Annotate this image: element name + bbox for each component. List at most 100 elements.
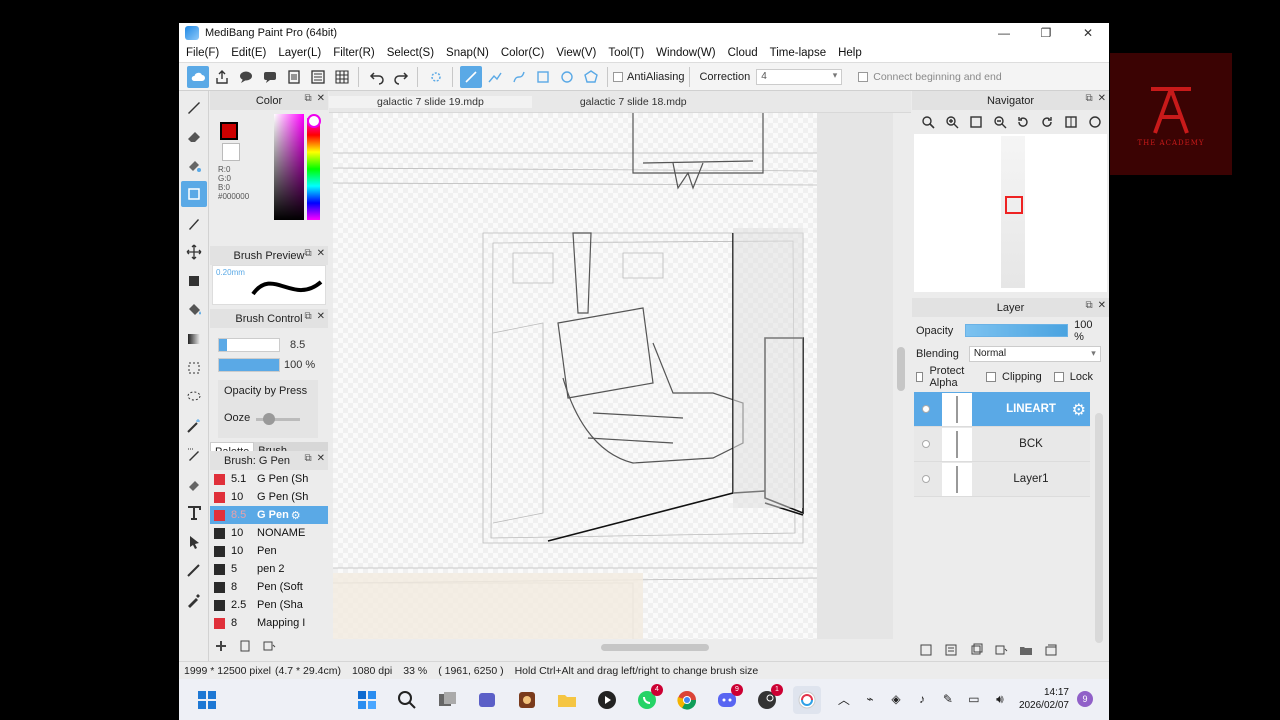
brush-list-item[interactable]: 5.1 G Pen (Sh xyxy=(210,470,328,488)
layer-scrollbar[interactable] xyxy=(1095,413,1103,643)
brush-opacity-slider[interactable] xyxy=(218,358,280,372)
brush-menu-icon[interactable] xyxy=(259,637,279,655)
notification-badge[interactable]: 9 xyxy=(1077,691,1093,707)
brush-list-item[interactable]: 10 G Pen (Sh xyxy=(210,488,328,506)
menu-layer[interactable]: Layer(L) xyxy=(273,47,326,59)
visibility-icon[interactable] xyxy=(922,440,930,448)
discord-icon[interactable]: 9 xyxy=(713,683,743,714)
move-tool-icon[interactable] xyxy=(181,239,207,265)
detach-icon[interactable]: ⧉ xyxy=(1085,300,1092,311)
pen-icon[interactable]: ✎ xyxy=(939,690,957,708)
panel-close-icon[interactable]: ✕ xyxy=(317,311,325,322)
correction-select[interactable]: 4 xyxy=(756,68,843,85)
start-button-icon[interactable] xyxy=(353,686,381,714)
steam-icon[interactable]: 1 xyxy=(753,683,783,714)
panel-close-icon[interactable]: ✕ xyxy=(1098,93,1106,104)
page-icon[interactable] xyxy=(283,66,305,88)
whatsapp-icon[interactable]: 4 xyxy=(633,683,663,714)
foreground-color-swatch[interactable] xyxy=(220,122,238,140)
selection-tool-icon[interactable] xyxy=(181,355,207,381)
text-tool-icon[interactable] xyxy=(181,500,207,526)
minimize-button[interactable]: — xyxy=(983,23,1025,43)
layer-item[interactable]: LINEART ⚙ xyxy=(914,392,1090,427)
ooze-slider-handle[interactable] xyxy=(263,413,275,425)
polyline-icon[interactable] xyxy=(484,66,506,88)
menu-cloud[interactable]: Cloud xyxy=(723,47,763,59)
selection-pen-icon[interactable] xyxy=(181,442,207,468)
drawing-canvas[interactable] xyxy=(333,113,817,639)
gradient-tool-icon[interactable] xyxy=(181,326,207,352)
menu-edit[interactable]: Edit(E) xyxy=(226,47,271,59)
antialiasing-checkbox[interactable] xyxy=(613,71,623,82)
polygon-shape-icon[interactable] xyxy=(580,66,602,88)
new-layer-icon[interactable] xyxy=(916,641,936,659)
adobe-icon[interactable]: ◈ xyxy=(887,690,905,708)
menu-window[interactable]: Window(W) xyxy=(651,47,720,59)
layer-settings-icon[interactable]: ⚙ xyxy=(1072,400,1086,420)
hue-slider[interactable] xyxy=(307,118,320,220)
selection-eraser-icon[interactable] xyxy=(181,471,207,497)
brush-list-item[interactable]: 8 Pen (Soft xyxy=(210,578,328,596)
clock[interactable]: 14:17 2026/02/07 xyxy=(1019,686,1069,712)
clipping-checkbox[interactable] xyxy=(986,371,996,382)
brush-list-item[interactable]: 2.5 Pen (Sha xyxy=(210,596,328,614)
fill-rect-icon[interactable] xyxy=(181,268,207,294)
rotate-right-icon[interactable] xyxy=(1037,112,1057,132)
brush-list-item[interactable]: 8.5 G Pen ⚙ xyxy=(210,506,328,524)
rectangle-select-icon[interactable] xyxy=(181,181,207,207)
maximize-button[interactable]: ❐ xyxy=(1025,23,1067,43)
menu-help[interactable]: Help xyxy=(833,47,867,59)
brush-list-item[interactable]: 10 Pen xyxy=(210,542,328,560)
detach-icon[interactable]: ⧉ xyxy=(304,311,311,322)
menu-view[interactable]: View(V) xyxy=(551,47,601,59)
background-color-swatch[interactable] xyxy=(222,143,240,161)
lasso-tool-icon[interactable] xyxy=(181,384,207,410)
panel-close-icon[interactable]: ✕ xyxy=(317,93,325,104)
file-explorer-icon[interactable] xyxy=(553,686,581,714)
cloud-icon[interactable] xyxy=(187,65,209,88)
medibang-taskbar-icon[interactable] xyxy=(793,685,821,714)
vertical-scrollbar[interactable] xyxy=(895,117,907,639)
snap-off-icon[interactable] xyxy=(425,66,447,88)
line-stroke-icon[interactable] xyxy=(460,65,482,88)
magic-wand-icon[interactable] xyxy=(181,413,207,439)
wifi-off-icon[interactable]: ⌁ xyxy=(861,690,879,708)
protect-alpha-checkbox[interactable] xyxy=(916,371,924,382)
chrome-icon[interactable] xyxy=(673,686,701,714)
search-icon[interactable] xyxy=(393,686,421,714)
dot-eraser-icon[interactable] xyxy=(181,152,207,178)
brush-list-item[interactable]: 5 pen 2 xyxy=(210,560,328,578)
chevron-up-icon[interactable]: ︿ xyxy=(835,690,853,708)
teams-icon[interactable] xyxy=(473,686,501,714)
menu-filter[interactable]: Filter(R) xyxy=(328,47,380,59)
add-brush-icon[interactable] xyxy=(211,637,231,655)
zoom-icon[interactable] xyxy=(918,112,938,132)
tab-document-slide-18[interactable]: galactic 7 slide 18.mdp xyxy=(532,96,735,108)
blending-select[interactable]: Normal xyxy=(968,345,1101,362)
network-icon[interactable]: ▭ xyxy=(965,690,983,708)
navigator-preview[interactable] xyxy=(914,134,1107,292)
task-view-icon[interactable] xyxy=(433,686,461,714)
operation-tool-icon[interactable] xyxy=(181,529,207,555)
undo-icon[interactable] xyxy=(366,66,388,88)
volume-icon[interactable]: 🔊︎ xyxy=(991,690,1009,708)
horizontal-scrollbar[interactable] xyxy=(333,641,905,653)
menu-select[interactable]: Select(S) xyxy=(382,47,439,59)
pen-tool-icon[interactable] xyxy=(181,94,207,120)
layer-menu-icon[interactable] xyxy=(991,641,1011,659)
saturation-value-picker[interactable] xyxy=(274,114,304,220)
brush-size-slider[interactable] xyxy=(218,338,280,352)
panel-close-icon[interactable]: ✕ xyxy=(317,453,325,464)
tab-document-slide-19[interactable]: galactic 7 slide 19.mdp xyxy=(329,95,532,108)
redo-icon[interactable] xyxy=(390,66,412,88)
layer-opacity-slider[interactable] xyxy=(965,324,1069,337)
layer-item[interactable]: Layer1 xyxy=(914,462,1090,497)
menu-file[interactable]: File(F) xyxy=(181,47,224,59)
detach-icon[interactable]: ⧉ xyxy=(1085,93,1092,104)
rotate-left-icon[interactable] xyxy=(1014,112,1034,132)
panel-close-icon[interactable]: ✕ xyxy=(317,248,325,259)
brush-list-item[interactable]: 10 NONAME xyxy=(210,524,328,542)
copy-brush-icon[interactable] xyxy=(235,637,255,655)
brush-tool-icon[interactable] xyxy=(181,210,207,236)
detach-icon[interactable]: ⧉ xyxy=(304,248,311,259)
